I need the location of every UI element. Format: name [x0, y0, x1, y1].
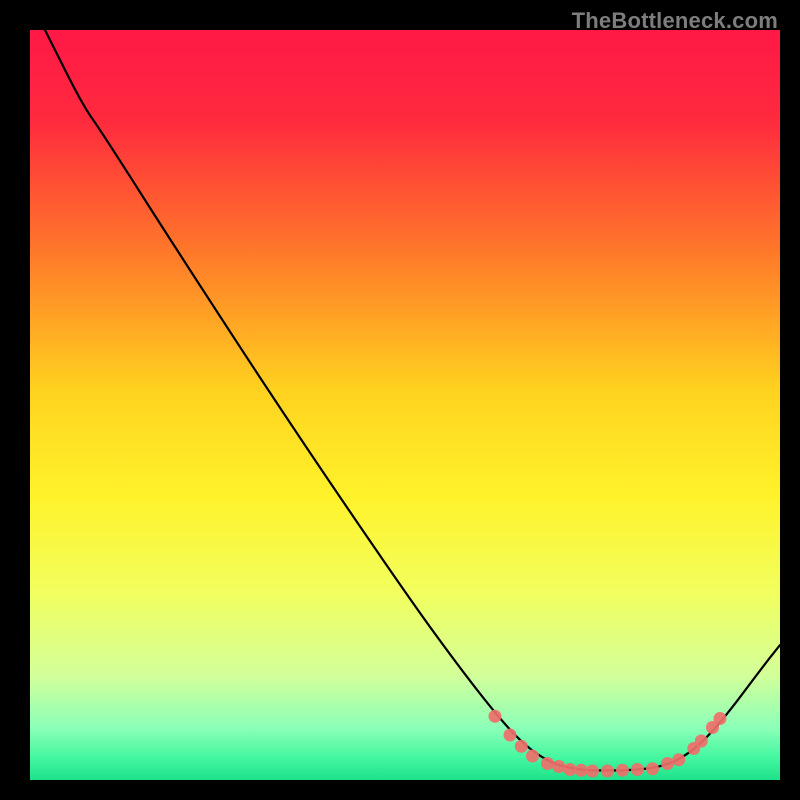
sample-marker: [552, 760, 565, 773]
sample-marker: [672, 753, 685, 766]
gradient-background: [30, 30, 780, 780]
sample-marker: [575, 764, 588, 777]
sample-marker: [526, 750, 539, 763]
sample-marker: [616, 764, 629, 777]
sample-marker: [504, 729, 517, 742]
sample-marker: [515, 740, 528, 753]
watermark-label: TheBottleneck.com: [572, 8, 778, 34]
sample-marker: [564, 763, 577, 776]
chart-frame: [30, 30, 780, 780]
bottleneck-chart: [30, 30, 780, 780]
sample-marker: [586, 765, 599, 778]
sample-marker: [661, 757, 674, 770]
sample-marker: [631, 763, 644, 776]
sample-marker: [541, 757, 554, 770]
sample-marker: [695, 735, 708, 748]
sample-marker: [646, 762, 659, 775]
sample-marker: [714, 712, 727, 725]
sample-marker: [601, 765, 614, 778]
sample-marker: [489, 710, 502, 723]
